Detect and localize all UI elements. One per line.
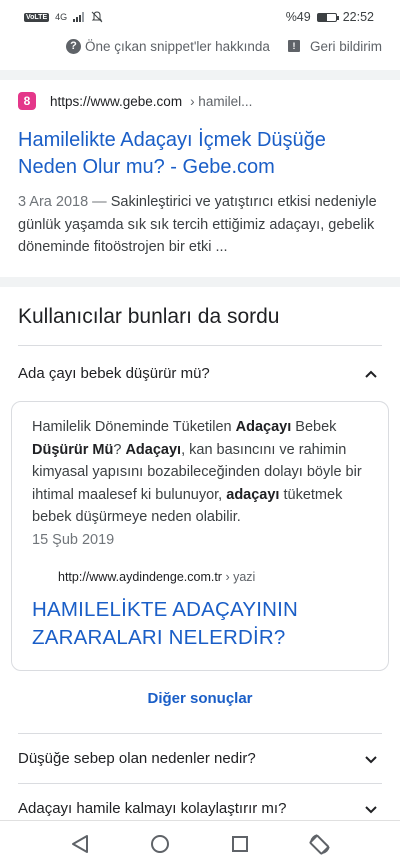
- rotate-button[interactable]: [308, 832, 332, 856]
- result-url: https://www.gebe.com: [50, 93, 183, 109]
- paa-question-label: Adaçayı hamile kalmayı kolaylaştırır mı?: [18, 800, 287, 817]
- answer-date: 15 Şub 2019: [32, 531, 115, 548]
- answer-source-domain: http://www.aydindenge.com.tr: [58, 569, 222, 584]
- people-also-ask: Kullanıcılar bunları da sordu Ada çayı b…: [18, 288, 382, 401]
- recents-button[interactable]: [228, 832, 252, 856]
- clock: 22:52: [342, 10, 374, 24]
- answer-bold: Adaçayı: [125, 441, 182, 458]
- back-button[interactable]: [68, 832, 92, 856]
- paa-question-label: Düşüğe sebep olan nedenler nedir?: [18, 750, 256, 767]
- answer-source-crumb: › yazi: [225, 569, 256, 584]
- answer-text-part: ?: [113, 441, 126, 458]
- battery-percent: %49: [285, 10, 311, 24]
- section-divider: [0, 70, 400, 80]
- home-circle-icon: [151, 834, 169, 853]
- section-divider: [0, 277, 400, 287]
- help-icon: ?: [66, 38, 81, 54]
- status-right: %49 22:52: [286, 10, 374, 24]
- snippet-info-bar: ? Öne çıkan snippet'ler hakkında ! Geri …: [0, 34, 400, 58]
- paa-question-list: Düşüğe sebep olan nedenler nedir? Adaçay…: [18, 733, 382, 834]
- result-url-row[interactable]: 8 https://www.gebe.com › hamilel...: [18, 92, 382, 110]
- result-breadcrumb: › hamilel...: [190, 93, 253, 109]
- site-favicon-icon: 8: [18, 92, 36, 110]
- feedback-link[interactable]: ! Geri bildirim: [287, 38, 382, 54]
- answer-title-link[interactable]: HAMILELİKTE ADAÇAYININ ZARARALARI NELERD…: [32, 596, 368, 652]
- mute-bell-icon: [91, 11, 103, 23]
- answer-text-part: Hamilelik Döneminde Tüketilen: [32, 419, 236, 435]
- status-bar: VoLTE 4G %49 22:52: [0, 0, 400, 34]
- paa-question[interactable]: Düşüğe sebep olan nedenler nedir?: [18, 734, 382, 784]
- about-snippets-label: Öne çıkan snippet'ler hakkında: [85, 38, 270, 54]
- answer-bold: adaçayı: [226, 486, 280, 503]
- feedback-label: Geri bildirim: [309, 38, 382, 54]
- chevron-up-icon: [365, 370, 377, 378]
- recents-square-icon: [232, 835, 248, 852]
- paa-answer-card: Hamilelik Döneminde Tüketilen Adaçayı Be…: [11, 401, 389, 671]
- answer-text: Hamilelik Döneminde Tüketilen Adaçayı Be…: [32, 416, 368, 529]
- result-title-link[interactable]: Hamilelikte Adaçayı İçmek Düşüğe Neden O…: [18, 127, 382, 181]
- chevron-down-icon: [365, 805, 377, 813]
- paa-title: Kullanıcılar bunları da sordu: [18, 288, 382, 346]
- home-button[interactable]: [148, 832, 172, 856]
- feedback-icon: !: [287, 40, 300, 52]
- more-results-button[interactable]: Diğer sonuçlar: [0, 690, 400, 707]
- result-date: 3 Ara 2018: [18, 194, 89, 210]
- paa-question-label: Ada çayı bebek düşürür mü?: [18, 365, 210, 382]
- answer-bold: Adaçayı: [235, 419, 292, 435]
- paa-question-expanded[interactable]: Ada çayı bebek düşürür mü?: [18, 346, 382, 401]
- network-label: 4G: [55, 12, 68, 22]
- result-date-dash: —: [88, 194, 111, 210]
- about-snippets-link[interactable]: ? Öne çıkan snippet'ler hakkında: [66, 38, 270, 54]
- system-nav-bar: [0, 820, 400, 866]
- volte-badge: VoLTE: [24, 12, 50, 22]
- rotate-screen-icon: [309, 833, 330, 854]
- result-snippet: 3 Ara 2018 — Sakinleştirici ve yatıştırı…: [18, 191, 382, 259]
- battery-icon: [316, 12, 339, 22]
- signal-icon: [73, 12, 85, 22]
- answer-source-url[interactable]: http://www.aydindenge.com.tr › yazi: [58, 570, 368, 584]
- search-result: 8 https://www.gebe.com › hamilel... Hami…: [18, 92, 382, 259]
- chevron-down-icon: [365, 755, 377, 763]
- battery-fill: [317, 13, 327, 21]
- answer-bold: Düşürür Mü: [32, 441, 114, 458]
- status-left: VoLTE 4G: [24, 11, 103, 23]
- answer-text-part: Bebek: [291, 419, 337, 435]
- back-triangle-icon: [72, 834, 88, 853]
